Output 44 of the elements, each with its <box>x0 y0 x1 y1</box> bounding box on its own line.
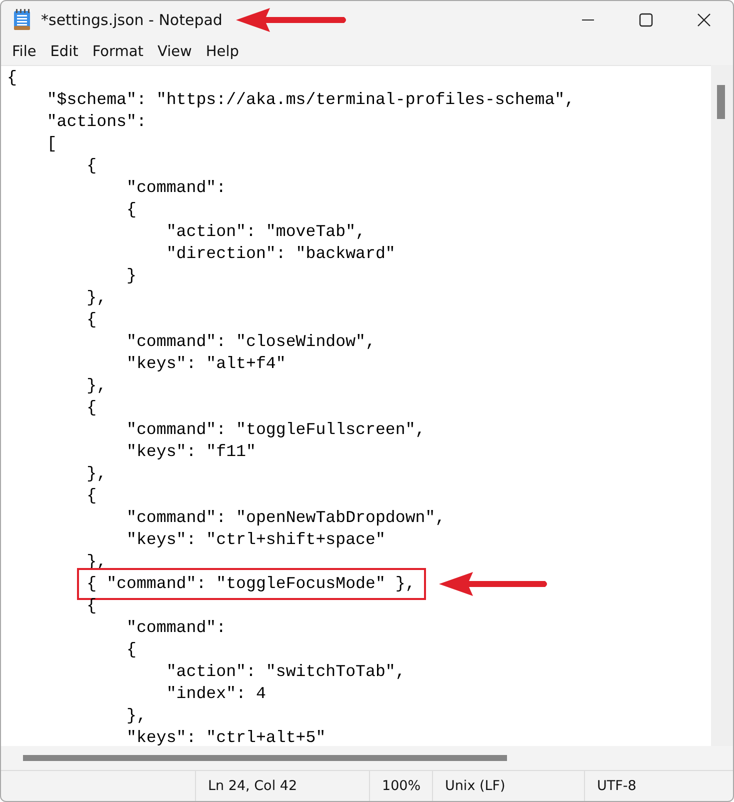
status-text: 100% <box>369 771 432 801</box>
code-line: "command": <box>125 617 226 639</box>
menu-item[interactable]: View <box>150 42 199 62</box>
code-line: } <box>125 265 136 287</box>
code-line: [ <box>46 133 57 155</box>
code-line: { <box>7 67 17 89</box>
notepad-icon <box>13 9 31 31</box>
code-line: "index": 4 <box>165 683 266 705</box>
code-line: "command": "openNewTabDropdown", <box>125 507 446 529</box>
code-line: { <box>86 309 97 331</box>
scroll-thumb[interactable] <box>717 85 725 119</box>
code-line: "actions": <box>46 111 146 133</box>
vertical-scrollbar[interactable] <box>711 65 733 746</box>
menu-item[interactable]: Edit <box>43 42 86 62</box>
code-line: "direction": "backward" <box>165 243 396 265</box>
close-icon <box>697 13 711 27</box>
status-text: UTF-8 <box>584 771 731 801</box>
code-line: { <box>86 397 97 419</box>
code-line: { <box>125 199 136 221</box>
code-line: "$schema": "https://aka.ms/terminal-profiles-schema", <box>46 89 575 111</box>
code-line: "action": "switchToTab", <box>165 661 406 683</box>
code-line: "command": "toggleFullscreen", <box>125 419 426 441</box>
horizontal-scrollbar[interactable] <box>23 755 507 761</box>
code-line: "keys": "ctrl+shift+space" <box>125 529 386 551</box>
code-line: { <box>86 485 97 507</box>
code-line: }, <box>86 375 107 397</box>
status-text: Unix (LF) <box>432 771 584 801</box>
menu-item[interactable]: File <box>5 42 44 62</box>
code-line: { <box>125 639 136 661</box>
status-text: Ln 24, Col 42 <box>195 771 369 801</box>
code-line: "keys": "ctrl+alt+5" <box>125 727 326 746</box>
code-line: "keys": "f11" <box>125 441 256 463</box>
window-title: *settings.json - Notepad <box>41 11 222 29</box>
code-line: }, <box>86 287 107 309</box>
menu-item[interactable]: Help <box>198 42 246 62</box>
code-line: "keys": "alt+f4" <box>125 353 286 375</box>
code-line: }, <box>86 463 107 485</box>
maximize-icon <box>639 13 653 27</box>
code-line: "command": "closeWindow", <box>125 331 376 353</box>
code-line: }, <box>125 705 146 727</box>
code-line: "command": <box>125 177 226 199</box>
menu-item[interactable]: Format <box>85 42 150 62</box>
code-line: "action": "moveTab", <box>165 221 366 243</box>
code-line: { <box>86 155 97 177</box>
